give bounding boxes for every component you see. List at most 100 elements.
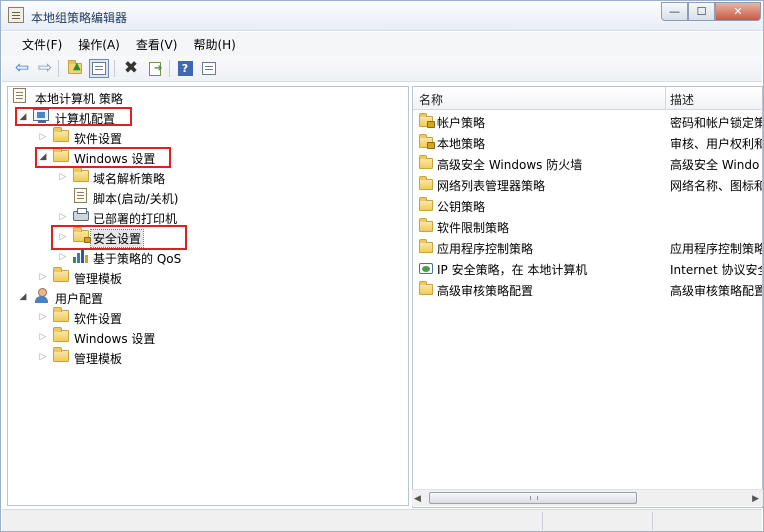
- up-level-button[interactable]: ▲: [65, 59, 85, 78]
- list-item-description: 密码和帐户锁定策: [670, 116, 762, 130]
- collapsed-arrow-icon[interactable]: ▷: [38, 312, 48, 322]
- column-header-name[interactable]: 名称: [419, 91, 443, 108]
- menu-view[interactable]: 查看(V): [128, 36, 186, 53]
- scroll-left-icon[interactable]: ◀: [414, 494, 421, 504]
- list-item-description: 审核、用户权利和: [670, 137, 762, 151]
- tree-root-label: 本地计算机 策略: [35, 92, 123, 106]
- collapsed-arrow-icon[interactable]: ▷: [38, 352, 48, 362]
- tree-node-user-config[interactable]: ◢ 用户配置: [8, 287, 408, 307]
- tree-node-user-admin-templates[interactable]: ▷ 管理模板: [8, 347, 408, 367]
- folder-icon: [419, 239, 433, 253]
- list-item-public-key[interactable]: 公钥策略: [413, 195, 762, 216]
- tree-node-windows-settings[interactable]: ◢ Windows 设置: [8, 147, 408, 167]
- list-item-software-restriction[interactable]: 软件限制策略: [413, 216, 762, 237]
- list-item-advanced-audit[interactable]: 高级审核策略配置 高级审核策略配置: [413, 279, 762, 300]
- help-button[interactable]: ?: [175, 59, 195, 78]
- tree-node-deployed-printers[interactable]: ▷ 已部署的打印机: [8, 207, 408, 227]
- list-item-name: 应用程序控制策略: [437, 242, 534, 256]
- menu-file[interactable]: 文件(F): [14, 36, 70, 53]
- list-item-network-list[interactable]: 网络列表管理器策略 网络名称、图标和: [413, 174, 762, 195]
- column-separator[interactable]: [665, 87, 666, 110]
- folder-icon: [53, 147, 69, 162]
- tree-node-label: 计算机配置: [55, 112, 116, 126]
- expanded-arrow-icon[interactable]: ◢: [18, 292, 28, 302]
- folder-icon: [53, 267, 69, 282]
- back-button[interactable]: ⇦: [12, 59, 32, 78]
- tree-node-software-settings[interactable]: ▷ 软件设置: [8, 127, 408, 147]
- close-button[interactable]: ✕: [715, 2, 761, 21]
- list-item-ip-security[interactable]: IP 安全策略，在 本地计算机 Internet 协议安全: [413, 258, 762, 279]
- list-item-name: 网络列表管理器策略: [437, 179, 546, 193]
- tree-node-computer-config[interactable]: ◢ 计算机配置: [8, 107, 408, 127]
- collapsed-arrow-icon[interactable]: ▷: [58, 172, 68, 182]
- user-icon: [33, 288, 49, 304]
- list-header: 名称 描述: [413, 87, 762, 110]
- list-item-name: 公钥策略: [437, 200, 486, 214]
- collapsed-arrow-icon[interactable]: ▷: [38, 332, 48, 342]
- collapsed-arrow-icon[interactable]: ▷: [58, 212, 68, 222]
- list-item-name: 帐户策略: [437, 116, 486, 130]
- list-item-name: 本地策略: [437, 137, 486, 151]
- folder-icon: [419, 155, 433, 169]
- minimize-button[interactable]: —: [661, 2, 688, 21]
- tree-node-security-settings[interactable]: ▷ 安全设置: [8, 227, 408, 248]
- menu-action[interactable]: 操作(A): [70, 36, 128, 53]
- title-bar[interactable]: 本地组策略编辑器 — ☐ ✕: [1, 1, 763, 31]
- collapsed-arrow-icon[interactable]: ▷: [38, 132, 48, 142]
- show-hide-tree-button[interactable]: [89, 59, 109, 78]
- list-item-app-control[interactable]: 应用程序控制策略 应用程序控制策略: [413, 237, 762, 258]
- tree-node-admin-templates[interactable]: ▷ 管理模板: [8, 267, 408, 287]
- scroll-right-icon[interactable]: ▶: [752, 494, 759, 504]
- toolbar-separator: [58, 60, 59, 77]
- list-item-local-policies[interactable]: 本地策略 审核、用户权利和: [413, 132, 762, 153]
- expanded-arrow-icon[interactable]: ◢: [38, 152, 48, 162]
- delete-button[interactable]: ✖: [121, 59, 141, 78]
- extended-view-button[interactable]: [199, 59, 219, 78]
- list-item-description: 高级审核策略配置: [670, 284, 762, 298]
- list-item-firewall[interactable]: 高级安全 Windows 防火墙 高级安全 Windo: [413, 153, 762, 174]
- lock-folder-icon: [419, 113, 435, 128]
- list-item-description: 高级安全 Windo: [670, 158, 760, 172]
- tree-root[interactable]: 本地计算机 策略: [8, 87, 408, 107]
- tree-node-scripts[interactable]: 脚本(启动/关机): [8, 187, 408, 207]
- export-list-button[interactable]: [145, 59, 165, 78]
- horizontal-scrollbar[interactable]: ◀ ▶: [412, 489, 763, 506]
- toolbar-separator: [114, 60, 115, 77]
- application-window: 本地组策略编辑器 — ☐ ✕ 文件(F) 操作(A) 查看(V) 帮助(H) ⇦…: [0, 0, 764, 532]
- collapsed-arrow-icon[interactable]: ▷: [38, 272, 48, 282]
- forward-button[interactable]: ⇨: [35, 59, 55, 78]
- column-header-description[interactable]: 描述: [670, 91, 694, 108]
- menu-bar: 文件(F) 操作(A) 查看(V) 帮助(H): [2, 32, 762, 56]
- status-segment: [542, 512, 543, 530]
- folder-icon: [53, 347, 69, 362]
- window-title: 本地组策略编辑器: [31, 11, 128, 25]
- list-item-name: 软件限制策略: [437, 221, 510, 235]
- collapsed-arrow-icon[interactable]: ▷: [58, 232, 68, 242]
- folder-icon: [53, 307, 69, 322]
- tree-node-label: 基于策略的 QoS: [93, 252, 182, 266]
- console-tree[interactable]: 本地计算机 策略 ◢ 计算机配置 ▷ 软件设置 ◢ Windows 设置 ▷ 域…: [7, 86, 409, 506]
- folder-icon: [419, 197, 433, 211]
- policy-editor-icon: [8, 7, 24, 23]
- policy-doc-icon: [13, 88, 26, 103]
- status-segment: [652, 512, 653, 530]
- expanded-arrow-icon[interactable]: ◢: [18, 112, 28, 122]
- tree-node-qos[interactable]: ▷ 基于策略的 QoS: [8, 247, 408, 267]
- toolbar-separator: [169, 60, 170, 77]
- arrow-left-icon: ⇦: [14, 58, 30, 78]
- scrollbar-thumb[interactable]: [429, 492, 637, 504]
- tree-node-user-windows-settings[interactable]: ▷ Windows 设置: [8, 327, 408, 347]
- list-item-description: Internet 协议安全: [670, 263, 762, 277]
- tree-node-name-resolution[interactable]: ▷ 域名解析策略: [8, 167, 408, 187]
- tree-node-user-software-settings[interactable]: ▷ 软件设置: [8, 307, 408, 327]
- menu-help[interactable]: 帮助(H): [185, 36, 243, 53]
- maximize-button[interactable]: ☐: [688, 2, 715, 21]
- tree-node-label: 软件设置: [74, 132, 123, 146]
- script-doc-icon: [74, 188, 87, 203]
- collapsed-arrow-icon[interactable]: ▷: [58, 252, 68, 262]
- list-item-account-policies[interactable]: 帐户策略 密码和帐户锁定策: [413, 111, 762, 132]
- details-pane[interactable]: 名称 描述 帐户策略 密码和帐户锁定策 本地策略 审核、用户权利和 高级安全 W…: [412, 86, 763, 508]
- list-item-name: IP 安全策略，在 本地计算机: [437, 263, 588, 277]
- printer-icon: [73, 208, 89, 221]
- delete-x-icon: ✖: [123, 58, 139, 78]
